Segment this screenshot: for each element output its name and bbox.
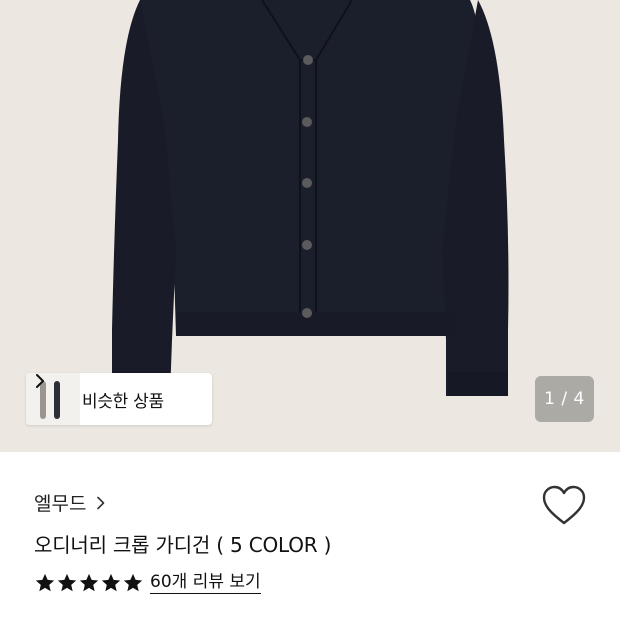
star-icon [123, 573, 143, 592]
star-icon [79, 573, 99, 592]
rating-stars [34, 572, 144, 594]
similar-products-button[interactable]: 비슷한 상품 [26, 373, 212, 425]
star-icon [35, 573, 55, 592]
star-icon [57, 573, 77, 592]
star-icon [101, 573, 121, 592]
brand-link[interactable]: 엘무드 [34, 489, 106, 516]
brand-name: 엘무드 [34, 493, 87, 515]
chevron-right-icon [36, 374, 44, 388]
similar-products-label: 비슷한 상품 [82, 391, 164, 412]
chevron-right-icon [97, 496, 105, 509]
review-link[interactable]: 60개 리뷰 보기 [150, 573, 261, 594]
rating-row: 60개 리뷰 보기 [34, 572, 261, 594]
product-image-gallery[interactable]: 비슷한 상품 1 / 4 [0, 0, 620, 452]
product-title: 오디너리 크롭 가디건 ( 5 COLOR ) [34, 533, 332, 557]
heart-outline-icon[interactable] [541, 484, 587, 528]
image-counter: 1 / 4 [535, 376, 594, 422]
